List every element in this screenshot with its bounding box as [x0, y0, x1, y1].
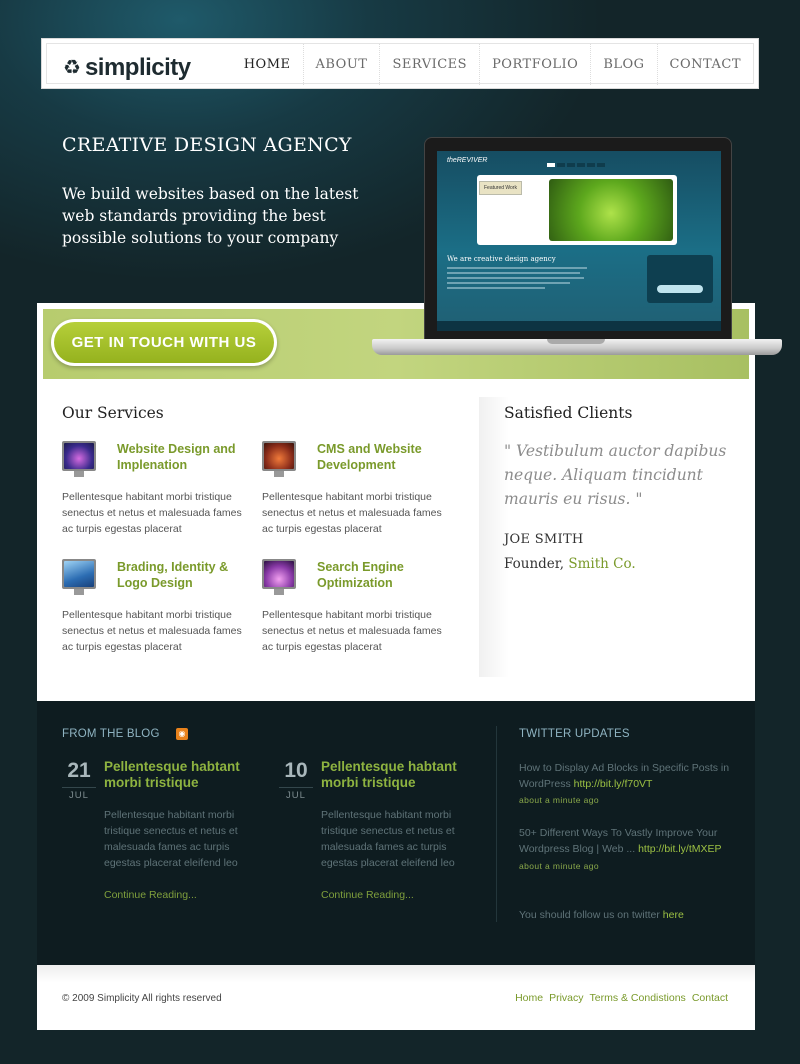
post-month: JUL	[279, 787, 313, 801]
preview-quote-box	[647, 255, 713, 303]
footer-link-home[interactable]: Home	[515, 992, 543, 1004]
blog-title: FROM THE BLOG	[62, 728, 160, 740]
post-day: 21	[67, 759, 91, 782]
preview-logo: theREVIVER	[447, 157, 488, 164]
rss-icon[interactable]: ◉	[176, 728, 188, 740]
preview-nav-item	[577, 163, 585, 167]
client-role-label: Founder,	[504, 556, 565, 572]
monitor-icon	[62, 559, 96, 597]
tweet: 50+ Different Ways To Vastly Improve You…	[519, 825, 737, 857]
post-text: Pellentesque habitant morbi tristique se…	[321, 809, 455, 869]
preview-nav	[547, 163, 605, 167]
post-title[interactable]: Pellentesque habtant morbi tristique	[321, 759, 481, 791]
nav-services[interactable]: SERVICES	[379, 44, 479, 85]
preview-heading: We are creative design agency	[447, 255, 556, 263]
recycle-icon: ♻	[63, 57, 81, 79]
client-quote: " Vestibulum auctor dapibus neque. Aliqu…	[504, 442, 727, 508]
services-title: Our Services	[62, 404, 164, 422]
monitor-icon	[262, 559, 296, 597]
get-in-touch-label: GET IN TOUCH WITH US	[54, 322, 274, 363]
logo-text: simplicity	[84, 54, 191, 81]
preview-nav-item	[567, 163, 575, 167]
main-nav: HOME ABOUT SERVICES PORTFOLIO BLOG CONTA…	[232, 44, 753, 85]
tweet-time: about a minute ago	[519, 861, 599, 871]
preview-nav-item	[557, 163, 565, 167]
preview-text-lines	[447, 267, 587, 292]
preview-nav-item	[547, 163, 555, 167]
post-title[interactable]: Pellentesque habtant morbi tristique	[104, 759, 264, 791]
nav-portfolio[interactable]: PORTFOLIO	[479, 44, 590, 85]
footer-link-terms[interactable]: Terms & Condistions	[590, 992, 686, 1004]
main-content: Our Services Website Design and Implenat…	[37, 379, 755, 701]
footer-link-contact[interactable]: Contact	[692, 992, 728, 1004]
service-title[interactable]: Brading, Identity & Logo Design	[117, 559, 257, 591]
nav-home[interactable]: HOME	[232, 44, 303, 85]
nav-blog[interactable]: BLOG	[590, 44, 656, 85]
laptop-notch	[547, 339, 605, 344]
service-title[interactable]: Search Engine Optimization	[317, 559, 457, 591]
tweet-link[interactable]: http://bit.ly/tMXEP	[638, 843, 721, 855]
laptop-preview: theREVIVER Featured Work We are creative…	[372, 137, 782, 359]
client-name: JOE SMITH	[504, 532, 584, 547]
twitter-follow: You should follow us on twitter here	[519, 909, 684, 921]
copyright: © 2009 Simplicity All rights reserved	[62, 993, 222, 1004]
preview-featured-tag: Featured Work	[479, 181, 522, 195]
nav-about[interactable]: ABOUT	[302, 44, 380, 85]
clients-title: Satisfied Clients	[504, 404, 633, 422]
hero-title: CREATIVE DESIGN AGENCY	[62, 134, 352, 156]
service-text: Pellentesque habitant morbi tristique se…	[62, 491, 242, 535]
continue-reading-link[interactable]: Continue Reading...	[321, 889, 414, 901]
twitter-title: TWITTER UPDATES	[519, 728, 630, 740]
service-title[interactable]: Website Design and Implenation	[117, 441, 257, 473]
preview-nav-item	[597, 163, 605, 167]
tweet-link[interactable]: http://bit.ly/f70VT	[574, 778, 653, 790]
header-inner: ♻ simplicity HOME ABOUT SERVICES PORTFOL…	[46, 43, 754, 85]
preview-nav-item	[587, 163, 595, 167]
footer-nav: Home Privacy Terms & Condistions Contact	[515, 992, 728, 1004]
get-in-touch-button[interactable]: GET IN TOUCH WITH US	[51, 319, 277, 366]
service-title[interactable]: CMS and Website Development	[317, 441, 457, 473]
laptop-display: theREVIVER Featured Work We are creative…	[437, 151, 721, 331]
monitor-icon	[262, 441, 296, 479]
service-text: Pellentesque habitant morbi tristique se…	[262, 609, 442, 653]
preview-quote-button	[657, 285, 703, 293]
post-day: 10	[284, 759, 308, 782]
logo[interactable]: ♻ simplicity	[63, 54, 191, 82]
tweet-time: about a minute ago	[519, 795, 599, 805]
preview-feature-box: Featured Work	[477, 175, 677, 245]
follow-text: You should follow us on twitter	[519, 909, 660, 921]
post-text: Pellentesque habitant morbi tristique se…	[104, 809, 238, 869]
nav-contact[interactable]: CONTACT	[656, 44, 753, 85]
hero-text: We build websites based on the latest we…	[62, 185, 359, 247]
follow-link[interactable]: here	[663, 909, 684, 921]
tweet: How to Display Ad Blocks in Specific Pos…	[519, 760, 737, 792]
preview-feature-image	[549, 179, 673, 241]
preview-footer	[437, 321, 721, 331]
monitor-icon	[62, 441, 96, 479]
footer: © 2009 Simplicity All rights reserved Ho…	[37, 965, 755, 1030]
client-role: Founder, Smith Co.	[504, 556, 636, 572]
client-company-link[interactable]: Smith Co.	[568, 556, 635, 572]
header-bar: ♻ simplicity HOME ABOUT SERVICES PORTFOL…	[41, 38, 759, 89]
service-text: Pellentesque habitant morbi tristique se…	[62, 609, 242, 653]
post-month: JUL	[62, 787, 96, 801]
blog-twitter-section: FROM THE BLOG ◉ 21 JUL Pellentesque habt…	[37, 701, 755, 965]
service-text: Pellentesque habitant morbi tristique se…	[262, 491, 442, 535]
blog-divider	[496, 726, 497, 922]
laptop-screen: theREVIVER Featured Work We are creative…	[424, 137, 732, 342]
continue-reading-link[interactable]: Continue Reading...	[104, 889, 197, 901]
footer-link-privacy[interactable]: Privacy	[549, 992, 583, 1004]
